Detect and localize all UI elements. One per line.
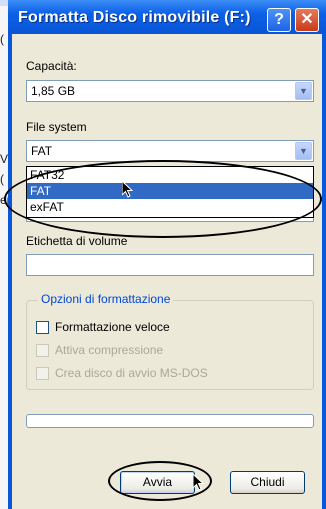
volume-label-input[interactable] bbox=[26, 254, 314, 276]
volume-label-label: Etichetta di volume bbox=[26, 234, 128, 248]
close-button[interactable]: ✕ bbox=[295, 8, 319, 32]
capacity-value: 1,85 GB bbox=[31, 84, 76, 98]
progress-bar bbox=[26, 414, 314, 428]
close-icon: ✕ bbox=[300, 11, 314, 28]
compression-checkbox bbox=[36, 344, 49, 357]
chevron-down-icon[interactable]: ▼ bbox=[295, 142, 312, 160]
boot-disk-label: Crea disco di avvio MS-DOS bbox=[55, 366, 208, 380]
file-system-label: File system bbox=[26, 120, 87, 134]
quick-format-label: Formattazione veloce bbox=[55, 320, 170, 334]
compression-label: Attiva compressione bbox=[55, 343, 164, 357]
help-icon: ? bbox=[274, 11, 284, 28]
background-text: ( bbox=[0, 32, 4, 46]
boot-disk-checkbox bbox=[36, 367, 49, 380]
file-system-value: FAT bbox=[31, 144, 53, 158]
close-dialog-button-label: Chiudi bbox=[250, 475, 285, 489]
file-system-select[interactable]: FAT ▼ bbox=[26, 140, 314, 162]
highlight-ellipse-dropdown bbox=[4, 160, 322, 238]
background-text: ( bbox=[0, 172, 4, 186]
capacity-select[interactable]: 1,85 GB ▼ bbox=[26, 80, 314, 102]
background-text: V bbox=[0, 152, 9, 166]
format-options-title: Opzioni di formattazione bbox=[38, 292, 174, 306]
quick-format-checkbox[interactable] bbox=[36, 321, 49, 334]
dialog-body: Capacità: 1,85 GB ▼ File system FAT ▼ FA… bbox=[12, 34, 322, 509]
mouse-cursor-icon bbox=[193, 474, 205, 491]
capacity-label: Capacità: bbox=[26, 59, 77, 73]
title-bar[interactable]: Formatta Disco rimovibile (F:) ? ✕ bbox=[8, 0, 326, 34]
close-dialog-button[interactable]: Chiudi bbox=[230, 471, 305, 494]
chevron-down-icon[interactable]: ▼ bbox=[295, 82, 312, 100]
help-button[interactable]: ? bbox=[267, 8, 291, 32]
mouse-cursor-icon bbox=[122, 181, 134, 198]
dialog-title: Formatta Disco rimovibile (F:) bbox=[18, 9, 251, 26]
format-dialog: Formatta Disco rimovibile (F:) ? ✕ Capac… bbox=[8, 0, 326, 509]
